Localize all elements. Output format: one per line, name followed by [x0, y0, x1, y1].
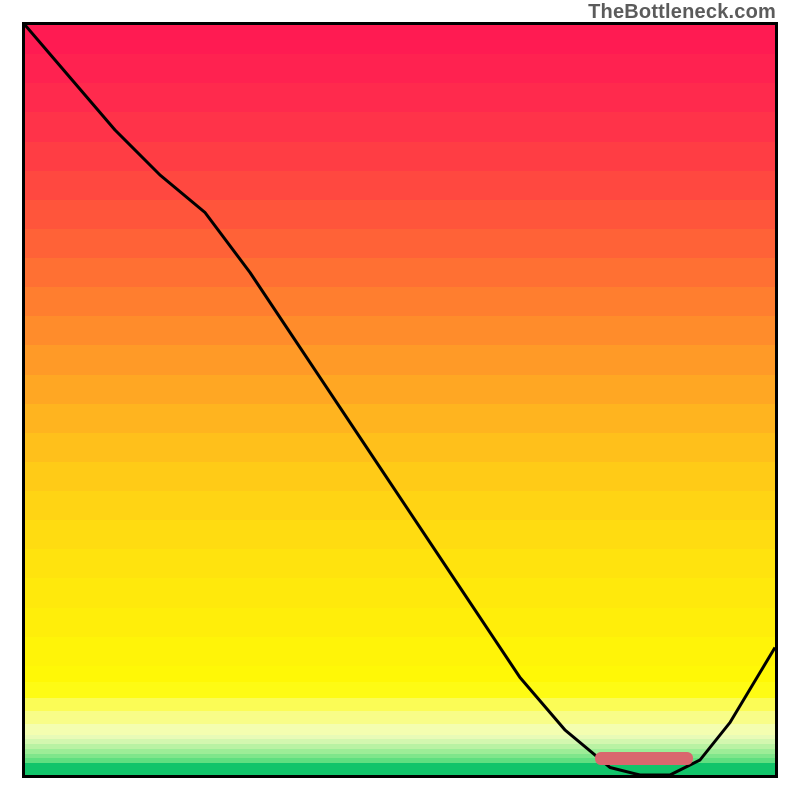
- bottleneck-curve: [25, 25, 775, 775]
- chart-frame: [22, 22, 778, 778]
- watermark-text: TheBottleneck.com: [588, 1, 776, 24]
- optimal-range-marker: [595, 752, 693, 765]
